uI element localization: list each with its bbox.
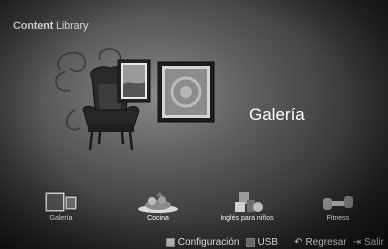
category-item-gallery[interactable]: Galería <box>21 190 101 222</box>
content-library-screen: Content Library Galería Galería Cocina I… <box>0 0 388 249</box>
return-arrow-icon: ↶ <box>294 236 303 248</box>
gallery-hero-illustration <box>55 48 215 151</box>
hero-category-label: Galería <box>249 105 305 124</box>
config-button[interactable]: Configuración <box>165 236 240 248</box>
exit-icon: ⇥ <box>352 236 361 248</box>
config-label: Configuración <box>177 236 240 248</box>
picture-frame-large <box>157 61 215 123</box>
kids-english-icon <box>235 192 263 212</box>
picture-frame-small <box>117 59 151 103</box>
page-title: Content Library <box>13 20 88 32</box>
category-label: Cocina <box>147 215 169 222</box>
usb-label: USB <box>257 236 279 248</box>
title-rest: Library <box>56 20 89 32</box>
config-key-icon <box>165 237 175 247</box>
exit-label: Salir <box>363 236 384 248</box>
category-label: Fitness <box>326 215 350 222</box>
category-label: Galería <box>49 215 73 222</box>
back-label: Regresar <box>305 236 347 248</box>
category-item-fitness[interactable]: Fitness <box>298 190 378 222</box>
dumbbell-icon <box>323 196 353 210</box>
category-item-kids-english[interactable]: Inglés para niños <box>207 190 287 222</box>
usb-key-icon <box>245 237 255 247</box>
cooking-icon <box>138 192 178 213</box>
category-item-cooking[interactable]: Cocina <box>118 190 198 222</box>
exit-button[interactable]: ⇥ Salir <box>353 237 384 248</box>
footer-bar: Configuración USB ↶ Regresar ⇥ Salir <box>165 235 388 249</box>
usb-button[interactable]: USB <box>245 236 279 248</box>
gallery-icon <box>44 191 78 213</box>
title-bold: Content <box>13 20 54 32</box>
category-label: Inglés para niños <box>220 215 274 222</box>
back-button[interactable]: ↶ Regresar <box>294 237 347 248</box>
